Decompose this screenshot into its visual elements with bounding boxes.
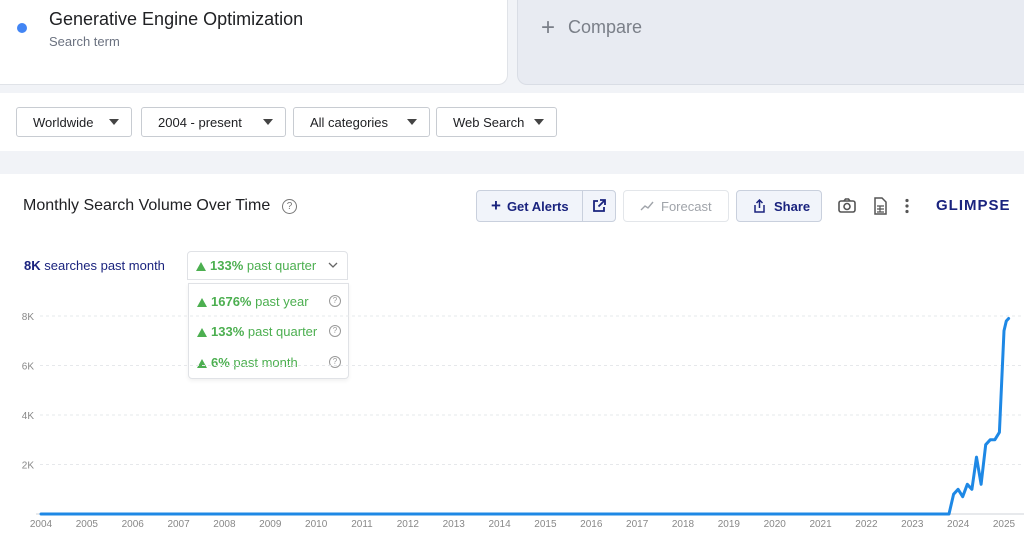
category-filter[interactable]: All categories — [293, 107, 430, 137]
plus-icon: + — [541, 14, 556, 41]
document-icon[interactable] — [873, 197, 888, 215]
caret-down-icon — [263, 119, 273, 125]
data-point — [998, 431, 1001, 434]
data-point — [40, 513, 42, 515]
x-tick-label: 2009 — [259, 519, 282, 530]
x-tick-label: 2018 — [672, 519, 695, 530]
get-alerts-label: Get Alerts — [506, 198, 569, 214]
data-point — [975, 456, 978, 458]
brand-logo: GLIMPSE — [936, 197, 1011, 214]
search-volume-value: 8K — [24, 258, 41, 273]
category-filter-label: All categories — [310, 114, 389, 130]
share-icon — [754, 199, 765, 213]
compare-card[interactable] — [517, 0, 1024, 85]
caret-down-icon — [109, 119, 119, 125]
x-tick-label: 2010 — [305, 519, 328, 530]
data-point — [971, 488, 973, 491]
x-tick-label: 2004 — [30, 519, 53, 530]
x-tick-label: 2011 — [351, 519, 373, 530]
open-external-button[interactable] — [582, 190, 616, 222]
share-button[interactable]: Share — [736, 190, 822, 222]
x-tick-label: 2020 — [764, 519, 787, 530]
data-point — [1005, 320, 1008, 322]
x-tick-label: 2025 — [993, 519, 1016, 530]
x-tick-label: 2013 — [443, 519, 466, 530]
forecast-button[interactable]: Forecast — [623, 190, 729, 222]
x-tick-label: 2016 — [580, 519, 603, 530]
x-tick-label: 2005 — [76, 519, 99, 530]
x-tick-label: 2019 — [718, 519, 741, 530]
search-type-filter-label: Web Search — [453, 114, 525, 130]
chart-title: Monthly Search Volume Over Time — [23, 197, 271, 214]
data-point — [952, 493, 955, 495]
caret-down-icon — [534, 119, 544, 125]
search-volume-chart: 2K 4K 6K 8K 2004 2005 2006 2007 2008 2009 2010 2011… — [22, 312, 1024, 530]
data-point — [1007, 317, 1010, 320]
data-point — [961, 495, 964, 498]
x-tick-label: 2017 — [626, 519, 649, 530]
term-color-dot — [17, 23, 27, 33]
x-tick-label: 2014 — [488, 519, 511, 530]
x-tick-label: 2024 — [947, 519, 970, 530]
more-vertical-icon[interactable] — [904, 198, 910, 214]
data-point — [957, 488, 959, 491]
data-point — [948, 513, 950, 515]
x-tick-label: 2008 — [213, 519, 236, 530]
search-term-subtitle: Search term — [49, 34, 120, 49]
camera-icon[interactable] — [838, 198, 856, 213]
y-tick-label: 6K — [22, 362, 35, 373]
arrow-up-icon — [196, 262, 206, 271]
compare-label[interactable]: Compare — [568, 17, 642, 38]
get-alerts-button[interactable]: + Get Alerts — [476, 190, 583, 222]
x-tick-label: 2023 — [901, 519, 924, 530]
data-point — [984, 443, 987, 446]
help-icon[interactable]: ? — [282, 199, 297, 214]
share-label: Share — [774, 198, 811, 214]
trend-icon — [640, 201, 654, 211]
region-filter-label: Worldwide — [33, 114, 94, 130]
data-point — [1003, 330, 1005, 332]
period-filter[interactable]: 2004 - present — [141, 107, 286, 137]
x-tick-label: 2012 — [397, 519, 420, 530]
data-point — [980, 483, 982, 486]
series-line — [39, 317, 1011, 516]
search-volume-label: searches past month — [40, 258, 165, 273]
x-tick-label: 2007 — [167, 519, 190, 530]
data-point — [994, 438, 996, 441]
y-tick-label: 8K — [22, 312, 35, 323]
y-tick-label: 2K — [22, 461, 35, 472]
data-point — [966, 483, 969, 486]
period-filter-label: 2004 - present — [158, 114, 242, 130]
chevron-down-icon[interactable] — [328, 262, 338, 269]
x-tick-label: 2006 — [122, 519, 145, 530]
growth-selected[interactable]: 133% past quarter — [196, 258, 316, 273]
external-link-icon — [593, 199, 606, 212]
region-filter[interactable]: Worldwide — [16, 107, 132, 137]
data-point — [989, 438, 992, 441]
x-tick-label: 2015 — [534, 519, 557, 530]
x-tick-label: 2021 — [809, 519, 832, 530]
forecast-label: Forecast — [661, 198, 712, 214]
search-type-filter[interactable]: Web Search — [436, 107, 557, 137]
search-volume-summary: 8K searches past month — [24, 258, 165, 273]
growth-selected-value: 133% — [210, 258, 244, 273]
search-term-title[interactable]: Generative Engine Optimization — [49, 9, 303, 30]
x-tick-label: 2022 — [855, 519, 878, 530]
caret-down-icon — [407, 119, 417, 125]
growth-selected-label: past quarter — [243, 258, 317, 273]
plus-icon: + — [491, 196, 501, 215]
y-tick-label: 4K — [22, 411, 35, 422]
